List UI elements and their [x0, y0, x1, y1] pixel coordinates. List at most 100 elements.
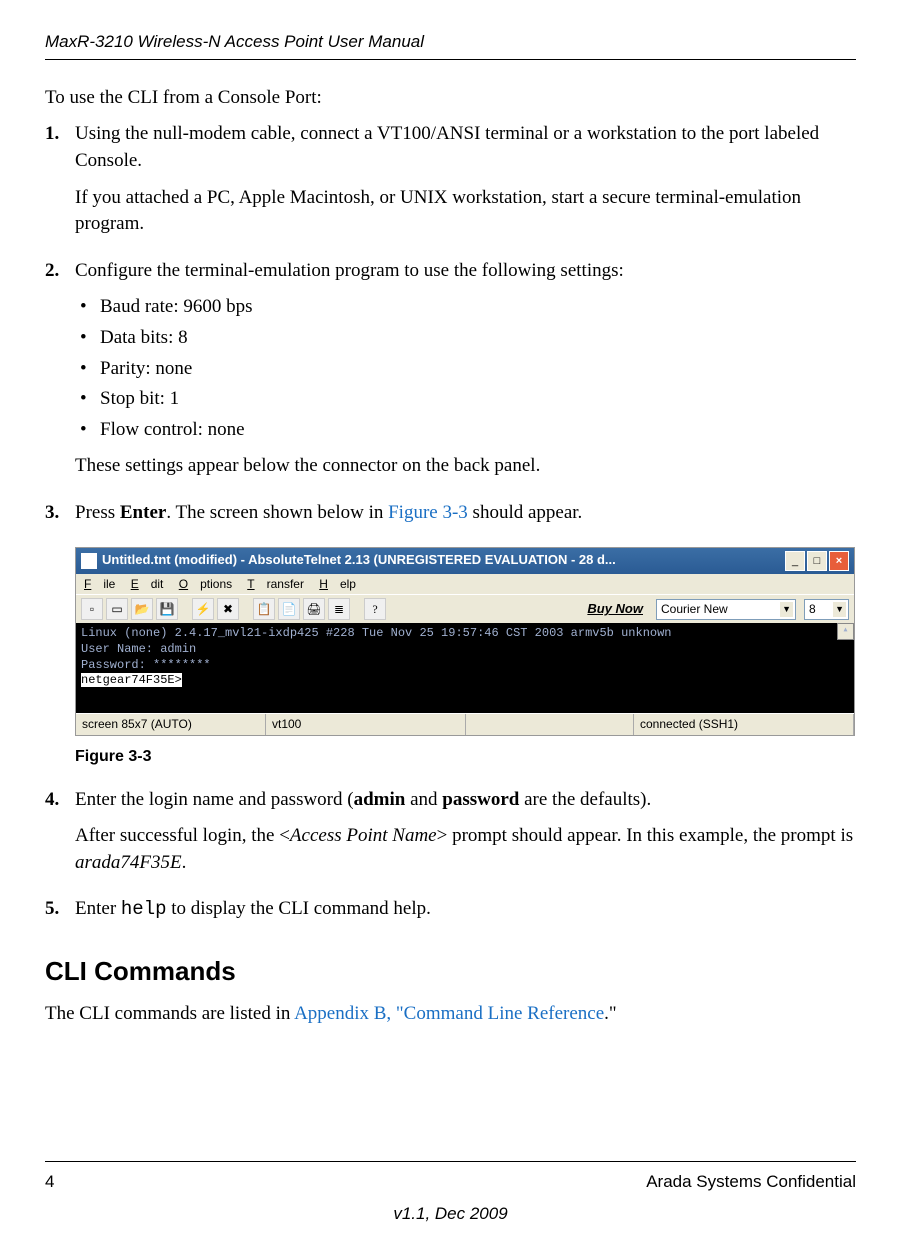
- cli-commands-text: The CLI commands are listed in Appendix …: [45, 1001, 856, 1028]
- header-rule: [45, 59, 856, 60]
- default-login: admin: [354, 789, 406, 810]
- paste-icon[interactable]: 📄: [278, 598, 300, 620]
- copy-icon[interactable]: 📋: [253, 598, 275, 620]
- bullet-item: •Stop bit: 1: [75, 386, 856, 413]
- access-point-name-var: Access Point Name: [290, 825, 437, 846]
- menu-bar: File Edit Options Transfer Help: [76, 574, 854, 595]
- page-footer: 4 Arada Systems Confidential v1.1, Dec 2…: [45, 1161, 856, 1226]
- toolbar: ▫ ▭ 📂 💾 ⚡ ✖ 📋 📄 🖨 ≣ ? Buy Now Courier Ne…: [76, 594, 854, 623]
- figure-screenshot: Untitled.tnt (modified) - AbsoluteTelnet…: [75, 547, 856, 737]
- intro-text: To use the CLI from a Console Port:: [45, 85, 856, 112]
- text-fragment: .: [182, 852, 187, 873]
- font-select[interactable]: Courier New ▼: [656, 599, 796, 620]
- step-3-text: Press Enter. The screen shown below in F…: [75, 500, 856, 527]
- enter-key: Enter: [120, 502, 166, 523]
- step-4: 4. Enter the login name and password (ad…: [45, 787, 856, 887]
- text-fragment: to display the CLI command help.: [167, 898, 431, 919]
- text-fragment: .": [604, 1003, 617, 1024]
- cli-commands-heading: CLI Commands: [45, 953, 856, 989]
- size-select[interactable]: 8▼: [804, 599, 849, 620]
- step-4-p1: Enter the login name and password (admin…: [75, 787, 856, 814]
- scroll-up-icon[interactable]: ▴: [837, 623, 854, 640]
- help-command: help: [121, 898, 167, 920]
- version-label: v1.1, Dec 2009: [45, 1202, 856, 1226]
- bullet-text: Data bits: 8: [100, 325, 188, 352]
- step-number: 5.: [45, 896, 75, 933]
- confidential-label: Arada Systems Confidential: [646, 1170, 856, 1194]
- bullet-text: Baud rate: 9600 bps: [100, 294, 253, 321]
- status-emulation: vt100: [266, 714, 466, 735]
- step-number: 1.: [45, 121, 75, 247]
- bullet-item: •Data bits: 8: [75, 325, 856, 352]
- window-icon[interactable]: ▭: [106, 598, 128, 620]
- window-title: Untitled.tnt (modified) - AbsoluteTelnet…: [102, 551, 785, 569]
- menu-options[interactable]: Options: [179, 577, 232, 591]
- step-1-p1: Using the null-modem cable, connect a VT…: [75, 121, 856, 174]
- step-5: 5. Enter help to display the CLI command…: [45, 896, 856, 933]
- figure-caption: Figure 3-3: [75, 746, 856, 768]
- chevron-down-icon: ▼: [833, 602, 846, 617]
- font-value: Courier New: [661, 602, 728, 616]
- close-button[interactable]: ×: [829, 551, 849, 571]
- connect-icon[interactable]: ⚡: [192, 598, 214, 620]
- appendix-link[interactable]: Appendix B, "Command Line Reference: [294, 1003, 604, 1024]
- step-number: 3.: [45, 500, 75, 537]
- size-value: 8: [809, 602, 816, 616]
- bullet-text: Flow control: none: [100, 417, 245, 444]
- text-fragment: The CLI commands are listed in: [45, 1003, 294, 1024]
- step-2-p2: These settings appear below the connecto…: [75, 453, 856, 480]
- help-icon[interactable]: ?: [364, 598, 386, 620]
- bullet-text: Stop bit: 1: [100, 386, 179, 413]
- text-fragment: Enter the login name and password (: [75, 789, 354, 810]
- page-number: 4: [45, 1170, 54, 1194]
- status-bar: screen 85x7 (AUTO) vt100 connected (SSH1…: [76, 713, 854, 735]
- menu-transfer[interactable]: Transfer: [247, 577, 304, 591]
- app-icon: [81, 553, 97, 569]
- text-fragment: and: [405, 789, 442, 810]
- window-titlebar: Untitled.tnt (modified) - AbsoluteTelnet…: [76, 548, 854, 574]
- save-icon[interactable]: 💾: [156, 598, 178, 620]
- prompt-example: arada74F35E: [75, 852, 182, 873]
- new-icon[interactable]: ▫: [81, 598, 103, 620]
- text-fragment: > prompt should appear. In this example,…: [437, 825, 854, 846]
- step-number: 4.: [45, 787, 75, 887]
- running-header: MaxR-3210 Wireless-N Access Point User M…: [45, 30, 856, 54]
- print-icon[interactable]: 🖨: [303, 598, 325, 620]
- step-1: 1. Using the null-modem cable, connect a…: [45, 121, 856, 247]
- bullet-item: •Flow control: none: [75, 417, 856, 444]
- step-1-p2: If you attached a PC, Apple Macintosh, o…: [75, 185, 856, 238]
- step-4-p2: After successful login, the <Access Poin…: [75, 823, 856, 876]
- text-fragment: are the defaults).: [519, 789, 651, 810]
- status-connection: connected (SSH1): [634, 714, 854, 735]
- list-icon[interactable]: ≣: [328, 598, 350, 620]
- status-screen: screen 85x7 (AUTO): [76, 714, 266, 735]
- status-padding: [466, 714, 634, 735]
- disconnect-icon[interactable]: ✖: [217, 598, 239, 620]
- minimize-button[interactable]: _: [785, 551, 805, 571]
- default-password: password: [442, 789, 519, 810]
- buy-now-link[interactable]: Buy Now: [587, 600, 643, 618]
- step-5-text: Enter help to display the CLI command he…: [75, 896, 856, 923]
- text-fragment: . The screen shown below in: [166, 502, 388, 523]
- step-3: 3. Press Enter. The screen shown below i…: [45, 500, 856, 537]
- text-fragment: After successful login, the <: [75, 825, 290, 846]
- bullet-item: •Parity: none: [75, 356, 856, 383]
- menu-file[interactable]: File: [84, 577, 115, 591]
- open-icon[interactable]: 📂: [131, 598, 153, 620]
- chevron-down-icon: ▼: [780, 602, 793, 617]
- terminal-window: Untitled.tnt (modified) - AbsoluteTelnet…: [75, 547, 855, 737]
- text-fragment: Press: [75, 502, 120, 523]
- terminal-output[interactable]: Linux (none) 2.4.17_mvl21-ixdp425 #228 T…: [76, 623, 854, 713]
- step-2: 2. Configure the terminal-emulation prog…: [45, 258, 856, 490]
- figure-link[interactable]: Figure 3-3: [388, 502, 468, 523]
- step-2-p1: Configure the terminal-emulation program…: [75, 258, 856, 285]
- maximize-button[interactable]: □: [807, 551, 827, 571]
- menu-help[interactable]: Help: [319, 577, 356, 591]
- menu-edit[interactable]: Edit: [131, 577, 164, 591]
- text-fragment: should appear.: [468, 502, 583, 523]
- step-number: 2.: [45, 258, 75, 490]
- bullet-text: Parity: none: [100, 356, 192, 383]
- text-fragment: Enter: [75, 898, 121, 919]
- footer-rule: [45, 1161, 856, 1162]
- bullet-item: •Baud rate: 9600 bps: [75, 294, 856, 321]
